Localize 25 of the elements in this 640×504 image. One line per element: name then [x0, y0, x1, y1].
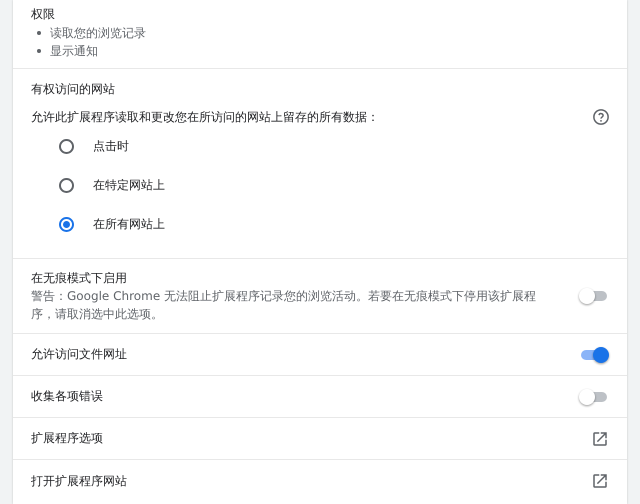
radio-button[interactable] [59, 178, 74, 193]
permission-item: 读取您的浏览记录 [50, 24, 146, 42]
setting-description: 警告：Google Chrome 无法阻止扩展程序记录您的浏览活动。若要在无痕模式下停用该扩展程序，请取消选中此选项。 [31, 288, 538, 322]
bullet-icon [37, 49, 41, 53]
radio-label: 在特定网站上 [93, 177, 165, 194]
section-title: 有权访问的网站 [31, 81, 116, 98]
setting-label: 允许访问文件网址 [31, 346, 128, 363]
setting-label: 打开扩展程序网站 [31, 472, 128, 490]
setting-label: 扩展程序选项 [31, 430, 104, 447]
toggle-switch[interactable] [579, 388, 609, 404]
toggle-switch[interactable] [579, 346, 609, 362]
site-access-description: 允许此扩展程序读取和更改您在所访问的网站上留存的所有数据： [31, 108, 379, 126]
radio-button[interactable] [59, 217, 74, 232]
radio-label: 点击时 [93, 138, 129, 155]
external-link-icon[interactable] [591, 430, 609, 448]
setting-label: 在无痕模式下启用 [31, 270, 128, 286]
permission-item: 显示通知 [50, 42, 98, 60]
external-link-icon[interactable] [591, 472, 609, 490]
toggle-switch[interactable] [579, 288, 609, 304]
help-icon[interactable] [592, 108, 610, 126]
radio-label: 在所有网站上 [93, 216, 165, 233]
section-title: 权限 [31, 6, 56, 23]
bullet-icon [37, 31, 41, 35]
setting-label: 收集各项错误 [31, 388, 104, 405]
radio-button[interactable] [59, 139, 74, 154]
